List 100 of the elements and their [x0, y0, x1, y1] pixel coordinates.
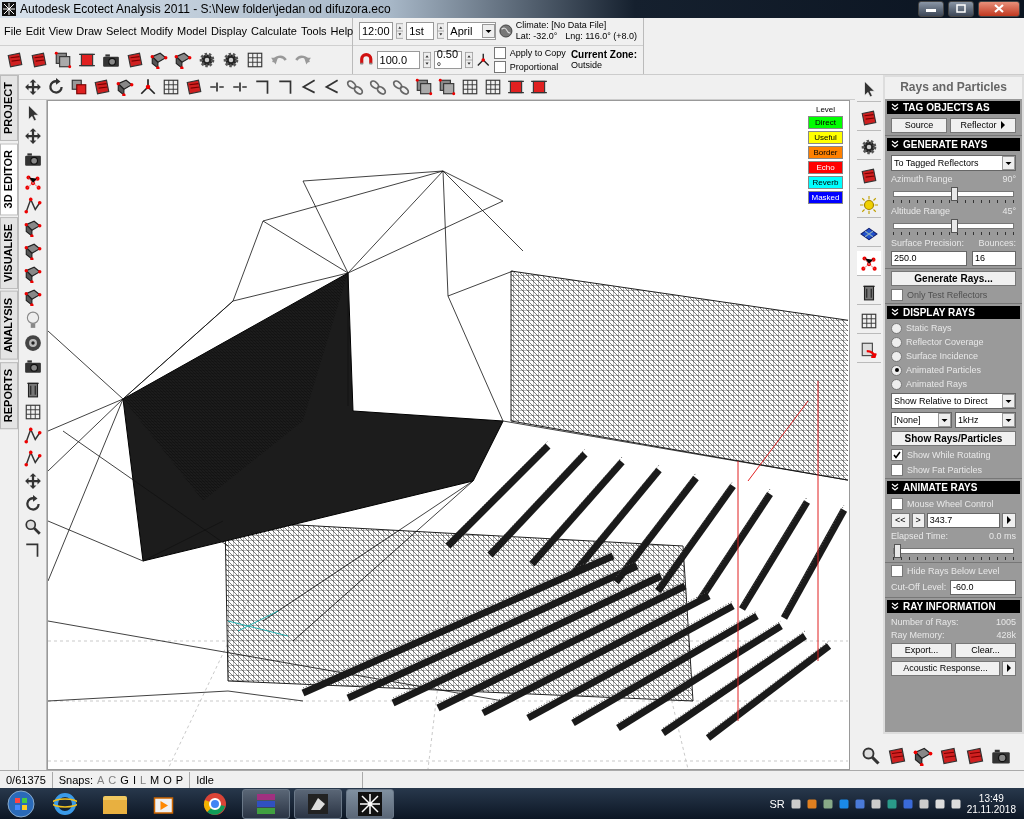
chrome-icon[interactable] — [203, 791, 227, 816]
link-icon[interactable] — [369, 77, 387, 96]
tray-app-icon[interactable] — [886, 798, 897, 809]
menu-item[interactable]: Select — [105, 24, 138, 39]
sun-icon[interactable] — [860, 195, 878, 214]
slider-thumb[interactable] — [894, 543, 901, 558]
section-header[interactable]: RAY INFORMATION — [887, 599, 1020, 613]
snap-toggle[interactable]: G — [120, 773, 129, 786]
spinner-arrows-icon[interactable] — [465, 50, 474, 70]
particles-icon[interactable] — [860, 253, 878, 272]
collapse-icon[interactable] — [891, 602, 899, 611]
side-tab[interactable]: 3D EDITOR — [0, 142, 18, 216]
checkbox[interactable] — [493, 61, 506, 73]
acoustic-response-button[interactable]: Acoustic Response... — [891, 660, 1000, 676]
squares-icon[interactable] — [438, 77, 456, 96]
spinner-arrows-icon[interactable] — [395, 21, 404, 42]
relative-dropdown[interactable]: Show Relative to Direct — [891, 392, 1016, 409]
snap-toggle[interactable]: P — [175, 773, 184, 786]
radio-button[interactable] — [891, 364, 902, 376]
side-tab[interactable]: VISUALISE — [0, 217, 18, 290]
language-indicator[interactable]: SR — [769, 797, 785, 810]
axes-icon[interactable] — [476, 51, 491, 69]
snap-toggle[interactable]: C — [108, 773, 117, 786]
section-header[interactable]: ANIMATE RAYS — [887, 480, 1020, 494]
tray-app-icon[interactable] — [870, 798, 881, 809]
show-rays-button[interactable]: Show Rays/Particles — [891, 430, 1016, 446]
start-button-icon[interactable] — [4, 789, 38, 818]
viewport[interactable]: Level Direct Useful Border Echo Reverb Masked — [47, 99, 850, 770]
move-icon[interactable] — [23, 126, 42, 145]
minimize-button[interactable] — [918, 0, 944, 17]
action-button[interactable]: Clear... — [955, 642, 1016, 658]
squares-icon[interactable] — [415, 77, 433, 96]
snap-toggle[interactable]: A — [97, 773, 105, 786]
menu-item[interactable]: Help — [329, 24, 355, 39]
reflector-button[interactable]: Reflector — [950, 117, 1016, 133]
box-icon[interactable] — [54, 51, 72, 69]
slider-thumb[interactable] — [950, 186, 958, 201]
cutoff-field[interactable]: -60.0 — [950, 579, 1016, 595]
side-tab[interactable]: ANALYSIS — [0, 291, 18, 360]
generate-rays-button[interactable]: Generate Rays... — [891, 270, 1016, 286]
axes-icon[interactable] — [139, 77, 157, 96]
step-button[interactable]: > — [911, 512, 925, 528]
precision-field[interactable]: 250.0 — [891, 250, 967, 266]
gear-icon[interactable] — [198, 51, 216, 69]
menu-item[interactable]: Modify — [139, 24, 174, 39]
collapse-icon[interactable] — [891, 308, 899, 317]
export-icon[interactable] — [860, 340, 878, 359]
menu-item[interactable]: View — [47, 24, 74, 39]
checkbox[interactable] — [891, 448, 903, 461]
collapse-icon[interactable] — [891, 483, 899, 492]
collapse-icon[interactable] — [891, 140, 899, 149]
orbit-icon[interactable] — [23, 494, 42, 513]
archive-icon[interactable] — [254, 791, 278, 816]
zigzag-icon[interactable] — [323, 77, 341, 96]
tray-app-icon[interactable] — [838, 798, 849, 809]
section-header[interactable]: GENERATE RAYS — [887, 137, 1020, 151]
menu-item[interactable]: Calculate — [250, 24, 298, 39]
scale-icon[interactable] — [70, 77, 88, 96]
checkbox[interactable] — [891, 564, 903, 577]
line-icon[interactable] — [23, 448, 42, 467]
snap-toggle[interactable]: I — [132, 773, 136, 786]
checkbox[interactable] — [891, 463, 903, 476]
maximize-button[interactable] — [948, 0, 974, 17]
tray-app-icon[interactable] — [918, 798, 929, 809]
app-icon[interactable] — [306, 791, 330, 816]
value-field[interactable]: 100.0 — [376, 51, 420, 69]
point-icon[interactable] — [23, 172, 42, 191]
gear-icon[interactable] — [860, 137, 878, 156]
frame-icon[interactable] — [461, 77, 479, 96]
line-icon[interactable] — [23, 425, 42, 444]
app-logo-icon[interactable] — [358, 791, 382, 816]
month-dropdown[interactable]: April — [447, 22, 496, 41]
side-tab[interactable]: REPORTS — [0, 361, 18, 430]
link-icon[interactable] — [346, 77, 364, 96]
rewind-button[interactable]: << — [891, 512, 910, 528]
menu-item[interactable]: Model — [176, 24, 208, 39]
time-value-field[interactable]: 343.7 — [926, 512, 1000, 528]
plane-icon[interactable] — [23, 241, 42, 260]
rotate-icon[interactable] — [47, 77, 65, 96]
cube-icon[interactable] — [23, 264, 42, 283]
menu-item[interactable]: Draw — [75, 24, 104, 39]
time-field[interactable]: 12:00 — [359, 22, 393, 41]
radio-button[interactable] — [891, 378, 902, 390]
bounces-field[interactable]: 16 — [972, 250, 1016, 266]
filter-dropdown[interactable]: [None] — [891, 411, 952, 428]
target-dropdown[interactable]: To Tagged Reflectors — [891, 154, 1016, 171]
cube-icon[interactable] — [116, 77, 134, 96]
move-icon[interactable] — [24, 77, 42, 96]
section-header[interactable]: DISPLAY RAYS — [887, 305, 1020, 319]
more-button[interactable] — [1002, 660, 1016, 676]
play-button[interactable] — [1002, 512, 1016, 528]
spinner-arrows-icon[interactable] — [422, 50, 431, 70]
speaker-icon[interactable] — [23, 333, 42, 352]
side-tab[interactable]: PROJECT — [0, 74, 18, 141]
snap-toggle[interactable]: L — [139, 773, 147, 786]
frequency-dropdown[interactable]: 1kHz — [955, 411, 1016, 428]
globe-icon[interactable] — [498, 22, 513, 41]
radio-button[interactable] — [891, 350, 902, 362]
menu-item[interactable]: Display — [210, 24, 249, 39]
close-button[interactable] — [978, 0, 1020, 17]
